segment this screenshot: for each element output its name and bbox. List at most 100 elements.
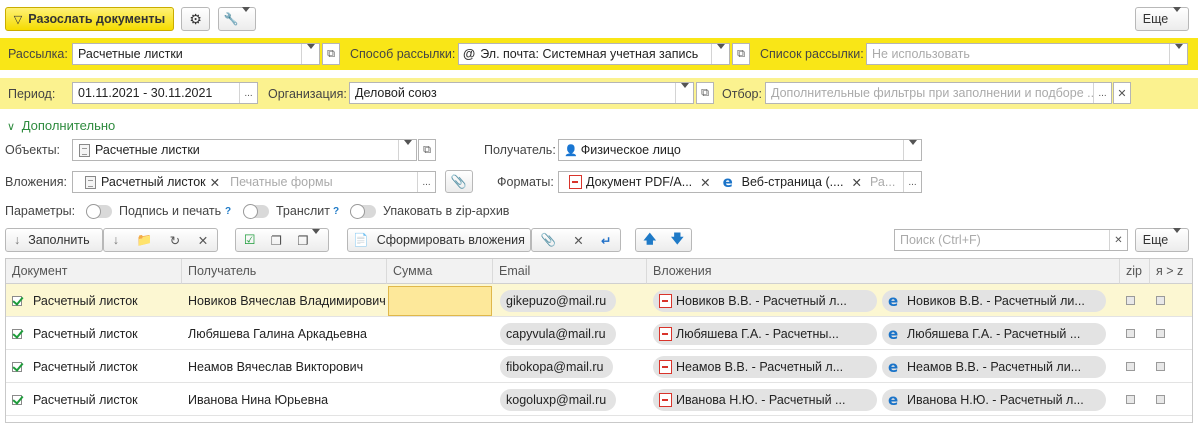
open-icon[interactable]: ⧉	[418, 139, 436, 161]
formats-field[interactable]: Документ PDF/A... ✕ e Веб-страница (....…	[558, 171, 922, 193]
arrow-down-blue-icon[interactable]: 🡇	[671, 230, 684, 251]
objects-field[interactable]: Расчетные листки	[72, 139, 417, 161]
translit-checkbox[interactable]	[1156, 329, 1165, 338]
zip-checkbox[interactable]	[1126, 296, 1135, 305]
check-all-icon[interactable]: ☑	[244, 232, 256, 248]
attachment-web-chip[interactable]: e Неамов В.В. - Расчетный ли...	[882, 355, 1106, 378]
chevron-down-icon: ∨	[7, 121, 16, 133]
column-header-attachments[interactable]: Вложения	[647, 259, 1120, 284]
objects-value: Расчетные листки	[95, 143, 200, 157]
translit-checkbox[interactable]	[1156, 296, 1165, 305]
column-header-translit[interactable]: я > z	[1150, 259, 1192, 284]
table-row[interactable]: Расчетный листок Новиков Вячеслав Владим…	[6, 284, 1192, 317]
more-button-table[interactable]: Еще	[1135, 228, 1189, 252]
email-chip[interactable]: fibokopa@mail.ru	[500, 355, 614, 378]
table-row[interactable]: Расчетный листок Любяшева Галина Аркадье…	[6, 317, 1192, 350]
attachment-pdf-chip[interactable]: Иванова Н.Ю. - Расчетный ...	[653, 388, 877, 411]
copy-menu-icon[interactable]: ❐	[298, 233, 321, 248]
zip-checkbox[interactable]	[1126, 329, 1135, 338]
send-documents-button[interactable]: ▽ Разослать документы	[5, 7, 174, 31]
organization-value: Деловой союз	[355, 86, 437, 100]
close-icon[interactable]: ✕	[198, 233, 208, 248]
attachment-web-chip[interactable]: e Новиков В.В. - Расчетный ли...	[882, 289, 1106, 312]
additional-toggle[interactable]: ∨ Дополнительно	[7, 118, 115, 133]
clear-icon[interactable]: ✕	[1113, 82, 1131, 104]
close-icon[interactable]: ✕	[573, 233, 583, 248]
zip-checkbox[interactable]	[1126, 362, 1135, 371]
row-checkbox[interactable]	[12, 394, 22, 405]
paperclip-icon[interactable]: 📎	[541, 233, 557, 248]
ellipsis-icon[interactable]: ...	[903, 172, 921, 192]
mailing-field[interactable]: Расчетные листки	[72, 43, 320, 65]
attachment-web-chip[interactable]: e Иванова Н.Ю. - Расчетный л...	[882, 388, 1106, 411]
fill-button[interactable]: ↓ Заполнить	[5, 228, 103, 252]
attach-button[interactable]: 📎	[445, 170, 473, 193]
ellipsis-icon[interactable]: ...	[417, 172, 435, 192]
chevron-down-icon[interactable]	[711, 44, 729, 64]
attachment-pdf-chip[interactable]: Новиков В.В. - Расчетный л...	[653, 289, 877, 312]
translit-toggle[interactable]	[243, 204, 269, 219]
attachment-pdf-label: Неамов В.В. - Расчетный л...	[676, 359, 844, 374]
organization-field[interactable]: Деловой союз	[349, 82, 694, 104]
translit-checkbox[interactable]	[1156, 362, 1165, 371]
cell-sum	[394, 383, 492, 416]
remove-chip-icon[interactable]: ✕	[852, 175, 862, 190]
sign-label: Подпись и печать	[119, 204, 222, 218]
folder-icon[interactable]: 📁	[137, 233, 153, 248]
attachment-web-chip[interactable]: e Любяшева Г.А. - Расчетный ...	[882, 322, 1106, 345]
table-row[interactable]: Расчетный листок Иванова Нина Юрьевна ko…	[6, 383, 1192, 416]
email-chip[interactable]: capyvula@mail.ru	[500, 322, 616, 345]
filter-field[interactable]: Дополнительные фильтры при заполнении и …	[765, 82, 1112, 104]
period-field[interactable]: 01.11.2021 - 30.11.2021 ...	[72, 82, 258, 104]
row-checkbox[interactable]	[12, 361, 22, 372]
help-icon[interactable]: ?	[225, 206, 231, 217]
clear-search-icon[interactable]: ✕	[1109, 230, 1127, 250]
open-icon[interactable]: ⧉	[732, 43, 750, 65]
attachment-pdf-chip[interactable]: Любяшева Г.А. - Расчетны...	[653, 322, 877, 345]
open-icon[interactable]: ⧉	[322, 43, 340, 65]
ellipsis-icon[interactable]: ...	[1093, 83, 1111, 103]
undo-icon[interactable]: ↵	[601, 233, 611, 248]
form-attachments-button[interactable]: 📄 Сформировать вложения	[347, 228, 531, 252]
refresh-icon[interactable]: ↻	[170, 233, 180, 248]
chevron-down-icon[interactable]	[903, 140, 921, 160]
mailing-list-field[interactable]: Не использовать	[866, 43, 1188, 65]
email-chip[interactable]: kogoluxp@mail.ru	[500, 388, 617, 411]
chevron-down-icon[interactable]	[675, 83, 693, 103]
column-header-email[interactable]: Email	[493, 259, 647, 284]
arrow-up-icon[interactable]: 🡅	[643, 230, 656, 251]
column-header-zip[interactable]: zip	[1120, 259, 1150, 284]
open-icon[interactable]: ⧉	[696, 82, 714, 104]
sign-toggle[interactable]	[86, 204, 112, 219]
chevron-down-icon[interactable]	[1169, 44, 1187, 64]
chevron-down-icon[interactable]	[301, 44, 319, 64]
chevron-down-icon[interactable]	[398, 140, 416, 160]
tools-menu-button[interactable]: 🔧	[218, 7, 256, 31]
send-method-field[interactable]: @ Эл. почта: Системная учетная запись	[458, 43, 730, 65]
column-header-recipient[interactable]: Получатель	[182, 259, 387, 284]
copy-icon[interactable]: ❐	[271, 233, 282, 248]
recipient-field[interactable]: 👤 Физическое лицо	[558, 139, 922, 161]
row-checkbox[interactable]	[12, 328, 22, 339]
more-button-top[interactable]: Еще	[1135, 7, 1189, 31]
remove-chip-icon[interactable]: ✕	[210, 175, 220, 190]
search-input[interactable]: Поиск (Ctrl+F) ✕	[894, 229, 1128, 251]
help-icon[interactable]: ?	[333, 206, 339, 217]
table-row[interactable]: Расчетный листок Неамов Вячеслав Викторо…	[6, 350, 1192, 383]
recipient-value: Физическое лицо	[580, 143, 681, 157]
column-header-document[interactable]: Документ	[6, 259, 182, 284]
attachment-pdf-chip[interactable]: Неамов В.В. - Расчетный л...	[653, 355, 877, 378]
email-chip[interactable]: gikepuzo@mail.ru	[500, 289, 617, 312]
settings-button[interactable]: ⚙	[181, 7, 210, 31]
arrow-down-icon[interactable]: ↓	[113, 233, 119, 247]
zip-checkbox[interactable]	[1126, 395, 1135, 404]
zip-toggle[interactable]	[350, 204, 376, 219]
translit-checkbox[interactable]	[1156, 395, 1165, 404]
cell-sum-editing[interactable]	[388, 286, 492, 316]
web-page-icon: e	[722, 173, 733, 191]
column-header-sum[interactable]: Сумма	[387, 259, 493, 284]
remove-chip-icon[interactable]: ✕	[700, 175, 710, 190]
attachments-field[interactable]: Расчетный листок ✕ Печатные формы ...	[72, 171, 436, 193]
row-checkbox[interactable]	[12, 295, 22, 306]
ellipsis-icon[interactable]: ...	[239, 83, 257, 103]
